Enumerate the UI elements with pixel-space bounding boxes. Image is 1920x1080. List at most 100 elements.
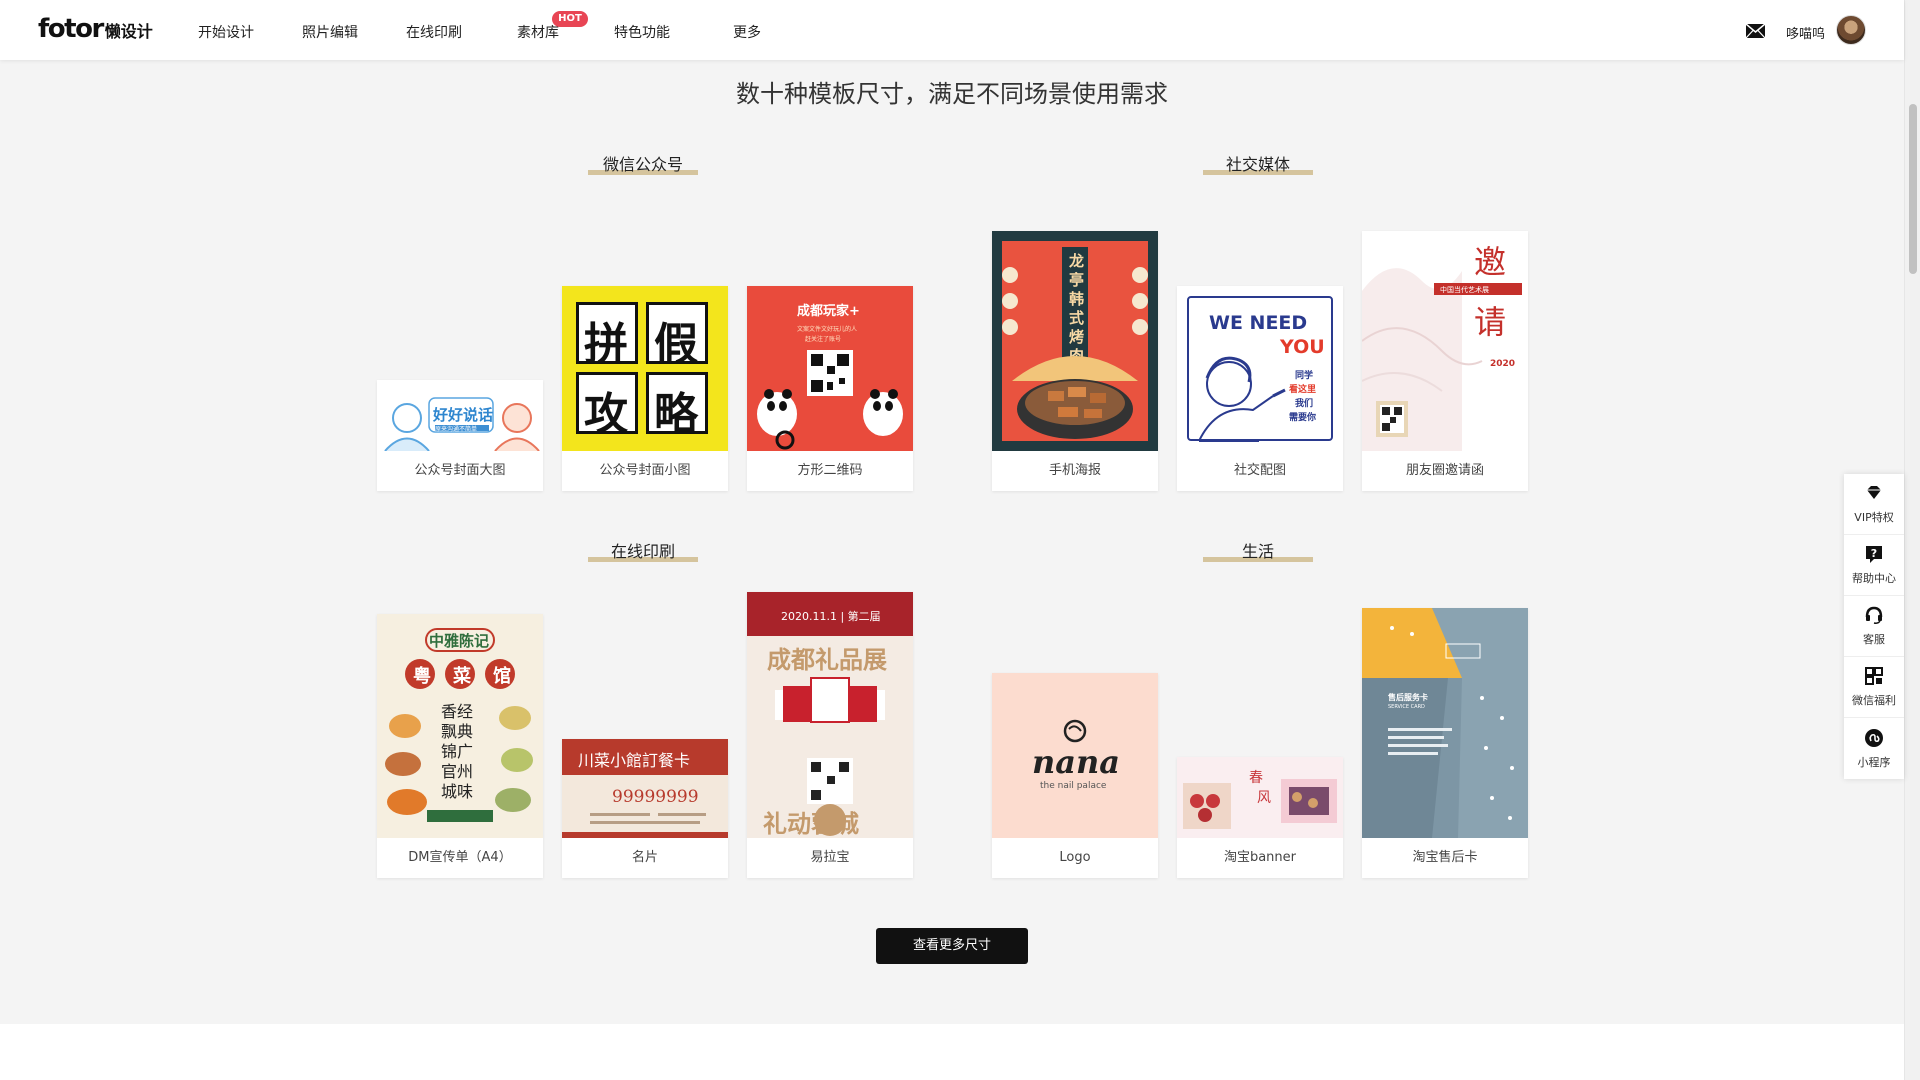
card-label: 公众号封面小图: [599, 463, 691, 478]
template-sizes-section: 数十种模板尺寸，满足不同场景使用需求 微信公众号 好好说话 原来沟通不简单 公众…: [0, 60, 1904, 1024]
card-label: 淘宝banner: [1223, 850, 1297, 865]
thumb-text: the nail palace: [1040, 781, 1107, 791]
group-title-text: 微信公众号: [602, 155, 683, 174]
thumb-dm-flyer: 中雅陈记 粤 菜 馆 香经 飘典 锦广 官州 城味: [377, 614, 543, 838]
card-label: 方形二维码: [797, 463, 863, 478]
card-label: 朋友圈邀请函: [1405, 463, 1484, 478]
group-title-text: 在线印刷: [610, 542, 675, 561]
card-wechat-cover-large[interactable]: 好好说话 原来沟通不简单 公众号封面大图: [377, 380, 543, 491]
thumb-taobao-aftersale: 售后服务卡 SERVICE CARD: [1362, 608, 1528, 838]
thumb-text: SERVICE CARD: [1388, 704, 1425, 710]
card-moments-invitation[interactable]: 邀 请 中国当代艺术展 2020 朋友圈邀请函: [1362, 231, 1528, 491]
thumb-text: 中国当代艺术展: [1440, 286, 1489, 294]
side-vip-privileges[interactable]: VIP特权: [1844, 474, 1904, 535]
headset-icon: [1865, 606, 1883, 624]
thumb-text: 邀: [1474, 243, 1507, 281]
side-label: 客服: [1863, 633, 1885, 646]
logo-word: fotor: [38, 14, 104, 44]
side-tool-panel: VIP特权 ? 帮助中心 客服 微信福利 小程序: [1844, 474, 1904, 779]
fotor-logo[interactable]: fotor 懒设计: [38, 14, 153, 44]
thumb-wechat-cover-small: 拼 假 攻 略: [562, 286, 728, 451]
section-title: 数十种模板尺寸，满足不同场景使用需求: [736, 80, 1168, 108]
help-icon: ?: [1866, 546, 1882, 563]
qrcode-icon: [1865, 667, 1883, 685]
side-help-center[interactable]: ? 帮助中心: [1844, 535, 1904, 596]
thumb-rollup-banner: 2020.11.1 | 第二届 成都礼品展 礼动蓉城: [747, 592, 913, 838]
thumb-text: 馆: [493, 666, 511, 687]
card-label: 社交配图: [1233, 463, 1286, 478]
nav-more[interactable]: 更多: [733, 22, 761, 42]
card-business-card[interactable]: 川菜小館訂餐卡 99999999 名片: [562, 739, 728, 878]
view-more-sizes-button[interactable]: 查看更多尺寸: [876, 928, 1028, 964]
group-title-text: 社交媒体: [1225, 155, 1290, 174]
card-label: DM宣传单（A4）: [408, 850, 512, 865]
thumb-logo: nana the nail palace: [992, 673, 1158, 838]
thumb-text: 原来沟通不简单: [435, 426, 478, 433]
illustration-gift-boxes: [775, 677, 885, 836]
nav-start-design[interactable]: 开始设计: [198, 22, 254, 42]
nav-material-library[interactable]: 素材库: [517, 22, 559, 42]
logo-sub: 懒设计: [104, 22, 153, 41]
card-label: 淘宝售后卡: [1412, 850, 1478, 865]
group-title-social: 社交媒体: [1188, 151, 1328, 175]
contact-lines: [590, 813, 706, 824]
nav-features[interactable]: 特色功能: [614, 22, 670, 42]
thumb-social-image: WE NEED YOU 同学 看这里 我们 需要你: [1177, 286, 1343, 451]
thumb-text: nana: [1032, 743, 1120, 781]
card-label: 易拉宝: [810, 850, 850, 865]
hot-badge: HOT: [552, 11, 588, 27]
illustration-pointing-man: [1198, 356, 1286, 442]
mail-icon[interactable]: [1746, 24, 1765, 38]
username[interactable]: 哆喵呜: [1786, 23, 1825, 42]
card-social-image[interactable]: WE NEED YOU 同学 看这里 我们 需要你 社交配图: [1177, 286, 1343, 491]
card-wechat-cover-small[interactable]: 拼 假 攻 略 公众号封面小图: [562, 286, 728, 491]
card-dm-flyer[interactable]: 中雅陈记 粤 菜 馆 香经 飘典 锦广 官州 城味 DM宣传单（A4）: [377, 614, 543, 878]
card-label: 公众号封面大图: [414, 463, 506, 478]
thumb-taobao-banner: 春 风: [1177, 757, 1343, 838]
mini-program-icon: [1865, 728, 1883, 747]
card-square-qrcode[interactable]: 成都玩家+ 文案文件文好玩儿的人 赶关注了账号 方形二维码: [747, 286, 913, 491]
page-scrollbar[interactable]: [1904, 0, 1920, 1080]
thumb-text: 好好说话: [433, 406, 494, 424]
thumb-text: 售后服务卡: [1388, 693, 1428, 702]
card-rollup-banner[interactable]: 2020.11.1 | 第二届 成都礼品展 礼动蓉城 易拉宝: [747, 592, 913, 878]
illustration-pandas-qrcode: [757, 350, 903, 450]
side-wechat-welfare[interactable]: 微信福利: [1844, 657, 1904, 718]
group-title-text: 生活: [1241, 542, 1274, 561]
side-label: 小程序: [1857, 755, 1891, 769]
thumb-text: 礼动蓉城: [763, 810, 859, 838]
side-label: 帮助中心: [1852, 572, 1896, 585]
thumb-business-card: 川菜小館訂餐卡 99999999: [562, 739, 728, 838]
nav-photo-edit[interactable]: 照片编辑: [302, 22, 358, 42]
card-taobao-banner[interactable]: 春 风 淘宝banner: [1177, 757, 1343, 878]
card-label: 名片: [631, 850, 658, 865]
side-label: VIP特权: [1854, 511, 1894, 524]
diamond-icon: [1867, 486, 1881, 499]
card-logo[interactable]: nana the nail palace Logo: [992, 673, 1158, 878]
group-title-life: 生活: [1188, 538, 1328, 562]
thumb-text: 城味: [441, 782, 474, 801]
nav-online-print[interactable]: 在线印刷: [406, 22, 462, 42]
card-taobao-aftersale[interactable]: 售后服务卡 SERVICE CARD 淘宝售后卡: [1362, 608, 1528, 878]
thumb-moments-invitation: 邀 请 中国当代艺术展 2020: [1362, 231, 1528, 451]
avatar[interactable]: [1836, 15, 1866, 45]
side-customer-service[interactable]: 客服: [1844, 596, 1904, 657]
thumb-wechat-cover-large: 好好说话 原来沟通不简单: [377, 380, 543, 451]
footer-area: [0, 1024, 1904, 1080]
thumb-text: 请: [1474, 303, 1507, 341]
thumb-text: 春: [1249, 770, 1263, 786]
card-label: 手机海报: [1048, 463, 1101, 478]
svg-text:?: ?: [1871, 547, 1877, 560]
card-mobile-poster[interactable]: 龙亭韩式烤肉 手机海报: [992, 231, 1158, 491]
thumb-text: 略: [654, 389, 698, 440]
top-navbar: fotor 懒设计 开始设计 照片编辑 在线印刷 素材库 HOT 特色功能 更多…: [0, 0, 1904, 60]
thumb-mobile-poster: 龙亭韩式烤肉: [992, 231, 1158, 451]
scrollbar-thumb[interactable]: [1909, 104, 1917, 274]
side-mini-program[interactable]: 小程序: [1844, 718, 1904, 779]
side-label: 微信福利: [1852, 694, 1896, 707]
illustration-bbq-grill: [1002, 267, 1148, 439]
thumb-text: 攻: [584, 389, 628, 440]
thumb-text: 粤: [413, 666, 431, 687]
thumb-text: 2020: [1490, 359, 1516, 369]
group-title-online-print: 在线印刷: [573, 538, 713, 562]
